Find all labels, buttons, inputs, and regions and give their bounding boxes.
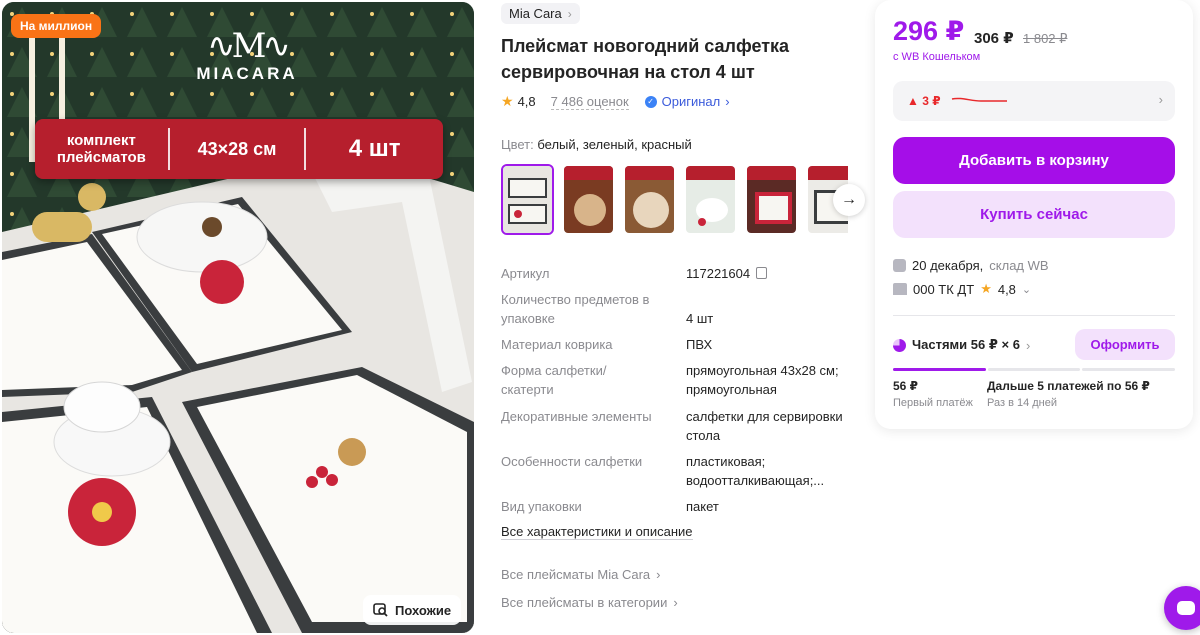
placemat-photo (2, 2, 474, 633)
delivery-date: 20 декабря, (912, 258, 984, 273)
chevron-right-icon: › (1025, 337, 1031, 353)
box-icon (893, 259, 906, 272)
first-payment-amount: 56 ₽ (893, 379, 919, 393)
star-icon: ★ (980, 281, 992, 296)
installment-progress (893, 368, 1176, 371)
reviews-link[interactable]: 7 486 оценок (550, 94, 629, 110)
add-to-cart-button[interactable]: Добавить в корзину (893, 137, 1175, 184)
pie-chart-icon (893, 338, 906, 352)
original-badge[interactable]: ✓ Оригинал › (644, 94, 730, 109)
next-payments-amount: Дальше 5 платежей по 56 ₽ (987, 379, 1150, 393)
chevron-down-icon: ⌄ (1021, 283, 1032, 296)
progress-segment (987, 368, 1081, 371)
price-history-sparkline (951, 97, 1007, 102)
chevron-right-icon: › (1158, 92, 1163, 107)
delivery-info: 20 декабря, склад WB (893, 258, 1049, 273)
chevron-right-icon: › (673, 595, 678, 610)
spec-key: Артикул (501, 266, 550, 281)
arrow-right-icon: → (841, 191, 857, 208)
price-old: 1 802 ₽ (1023, 31, 1068, 46)
thumbnail[interactable] (562, 164, 615, 235)
installments-link[interactable]: Частями 56 ₽ × 6 › (893, 337, 1030, 353)
color-label: Цвет: (501, 137, 534, 152)
thumbnail-strip (501, 164, 848, 235)
thumbnail[interactable] (684, 164, 737, 235)
chevron-right-icon: › (725, 94, 730, 109)
brand-logo-mark: ∿M∿ (207, 26, 291, 66)
brand-link[interactable]: Mia Cara › (501, 3, 580, 24)
product-main-image[interactable]: На миллион ∿M∿ MIACARA комплект плейсмат… (2, 2, 474, 633)
purchase-card: 296 ₽ 306 ₽ 1 802 ₽ с WB Кошельком ▲ 3 ₽… (875, 0, 1193, 429)
brand-name: Mia Cara (509, 6, 562, 21)
spec-value: ПВХ (686, 337, 713, 352)
wallet-note: с WB Кошельком (893, 51, 981, 63)
product-banner: комплект плейсматов 43×28 см 4 шт (35, 119, 443, 179)
installments-label: Частями 56 ₽ × 6 (912, 337, 1020, 352)
spec-key: Форма салфетки/скатерти (501, 363, 607, 397)
spec-value: 117221604 (686, 264, 861, 283)
seller-info[interactable]: 000 ТК ДТ ★ 4,8 ⌄ (893, 281, 1031, 297)
spec-value: пакет (686, 499, 719, 514)
brand-category-label: Все плейсматы Mia Cara (501, 567, 651, 582)
price-change: ▲ 3 ₽ (907, 94, 941, 108)
thumbnails-next-button[interactable]: → (833, 184, 865, 216)
similar-label: Похожие (395, 602, 452, 618)
spec-value: пластиковая; водоотталкивающая;... (686, 454, 825, 488)
banner-kit: комплект плейсматов (56, 132, 146, 166)
first-payment: 56 ₽ Первый платёж (893, 379, 973, 409)
chevron-right-icon: › (656, 567, 661, 582)
rating-value: 4,8 (517, 94, 536, 109)
first-payment-label: Первый платёж (893, 397, 973, 409)
brand-logo-word: MIACARA (196, 64, 298, 83)
search-image-icon (373, 603, 388, 617)
original-label: Оригинал (661, 94, 721, 109)
chevron-right-icon: › (567, 6, 572, 21)
category-link[interactable]: Все плейсматы в категории › (501, 595, 678, 610)
spec-key: Материал коврика (501, 337, 613, 352)
thumbnail[interactable] (623, 164, 676, 235)
chat-icon (1177, 601, 1195, 615)
article-number: 117221604 (686, 266, 751, 281)
divider (893, 315, 1175, 316)
color-value: белый, зеленый, красный (537, 137, 692, 152)
color-line: Цвет: белый, зеленый, красный (501, 137, 692, 152)
progress-segment (1082, 368, 1176, 371)
copy-icon[interactable] (756, 267, 768, 279)
banner-qty: 4 шт (348, 135, 401, 162)
spec-key: Особенности салфетки (501, 454, 643, 469)
spec-value: салфетки для сервировки стола (686, 409, 843, 443)
verified-icon: ✓ (644, 95, 657, 108)
brand-category-link[interactable]: Все плейсматы Mia Cara › (501, 567, 661, 582)
spec-key: Декоративные элементы (501, 409, 652, 424)
thumbnail[interactable] (501, 164, 554, 235)
product-title: Плейсмат новогодний салфетка сервировочн… (501, 36, 790, 82)
price-regular: 306 ₽ (974, 30, 1014, 47)
category-label: Все плейсматы в категории (501, 595, 668, 610)
badge-million: На миллион (11, 14, 102, 38)
price-history[interactable]: ▲ 3 ₽ › (893, 81, 1175, 121)
all-specs-link[interactable]: Все характеристики и описание (501, 524, 693, 540)
brand-logo: ∿M∿ MIACARA (182, 28, 312, 84)
next-payments: Дальше 5 платежей по 56 ₽ Раз в 14 дней (987, 379, 1150, 409)
spec-key: Количество предметов в упаковке (501, 292, 650, 326)
spec-key: Вид упаковки (501, 499, 582, 514)
shop-icon (893, 283, 907, 295)
buy-now-button[interactable]: Купить сейчас (893, 191, 1175, 238)
next-payments-label: Раз в 14 дней (987, 397, 1058, 409)
spec-value: прямоугольная 43х28 см; прямоугольная (686, 363, 839, 397)
rating-row: ★ 4,8 7 486 оценок ✓ Оригинал › (501, 93, 730, 110)
warehouse-label: склад WB (989, 258, 1049, 273)
seller-rating: 4,8 (997, 281, 1016, 297)
star-icon: ★ (501, 93, 514, 109)
price-wallet: 296 ₽ (893, 16, 965, 46)
banner-size: 43×28 см (197, 138, 277, 159)
chat-button[interactable] (1164, 586, 1200, 630)
progress-segment (893, 368, 986, 371)
spec-value: 4 шт (686, 311, 714, 326)
order-installments-button[interactable]: Оформить (1075, 329, 1175, 360)
thumbnail[interactable] (745, 164, 798, 235)
seller-name: 000 ТК ДТ (913, 281, 975, 297)
similar-button[interactable]: Похожие (363, 595, 462, 625)
